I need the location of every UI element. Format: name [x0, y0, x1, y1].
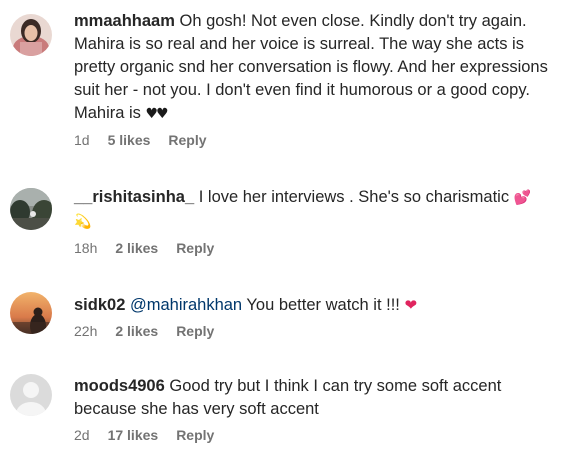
red-heart-emoji-icon: ❤ [404, 296, 418, 314]
comment-meta: 18h 2 likes Reply [74, 240, 556, 256]
comment-text: sidk02 @mahirahkhan You better watch it … [74, 294, 556, 317]
dizzy-emoji-icon: 💫 [74, 214, 92, 230]
comment-text: mmaahhaam Oh gosh! Not even close. Kindl… [74, 10, 556, 126]
comment-meta: 22h 2 likes Reply [74, 323, 556, 339]
reply-button[interactable]: Reply [176, 240, 214, 256]
comment-likes[interactable]: 2 likes [115, 323, 158, 339]
comment-text: __rishitasinha_ I love her interviews . … [74, 186, 556, 234]
reply-button[interactable]: Reply [176, 323, 214, 339]
profile-photo-landscape-icon [10, 188, 52, 230]
comment-username[interactable]: __rishitasinha_ [74, 188, 194, 206]
comment-username[interactable]: moods4906 [74, 377, 165, 395]
comment-body: You better watch it !!! [246, 296, 400, 314]
mention-link[interactable]: @mahirahkhan [130, 296, 242, 314]
profile-photo-woman-icon [10, 14, 52, 56]
black-heart-emoji-icon: ♥♥ [145, 106, 169, 122]
comment-body: I love her interviews . She's so charism… [198, 188, 510, 206]
reply-button[interactable]: Reply [176, 427, 214, 443]
comment-time[interactable]: 1d [74, 132, 90, 148]
comment-likes[interactable]: 17 likes [108, 427, 159, 443]
comment-likes[interactable]: 5 likes [108, 132, 151, 148]
comment-likes[interactable]: 2 likes [115, 240, 158, 256]
comment-meta: 2d 17 likes Reply [74, 427, 556, 443]
profile-photo-sunset-icon [10, 292, 52, 334]
avatar[interactable] [10, 374, 52, 416]
avatar[interactable] [10, 292, 52, 334]
comment-time[interactable]: 18h [74, 240, 97, 256]
comment-time[interactable]: 2d [74, 427, 90, 443]
reply-button[interactable]: Reply [168, 132, 206, 148]
comment-time[interactable]: 22h [74, 323, 97, 339]
default-avatar-icon [10, 374, 52, 416]
comment-meta: 1d 5 likes Reply [74, 132, 556, 148]
comment-text: moods4906 Good try but I think I can try… [74, 375, 556, 421]
avatar[interactable] [10, 14, 52, 56]
comment-username[interactable]: sidk02 [74, 296, 125, 314]
two-hearts-emoji-icon: 💕 [513, 190, 532, 206]
comment-username[interactable]: mmaahhaam [74, 12, 175, 30]
avatar[interactable] [10, 188, 52, 230]
